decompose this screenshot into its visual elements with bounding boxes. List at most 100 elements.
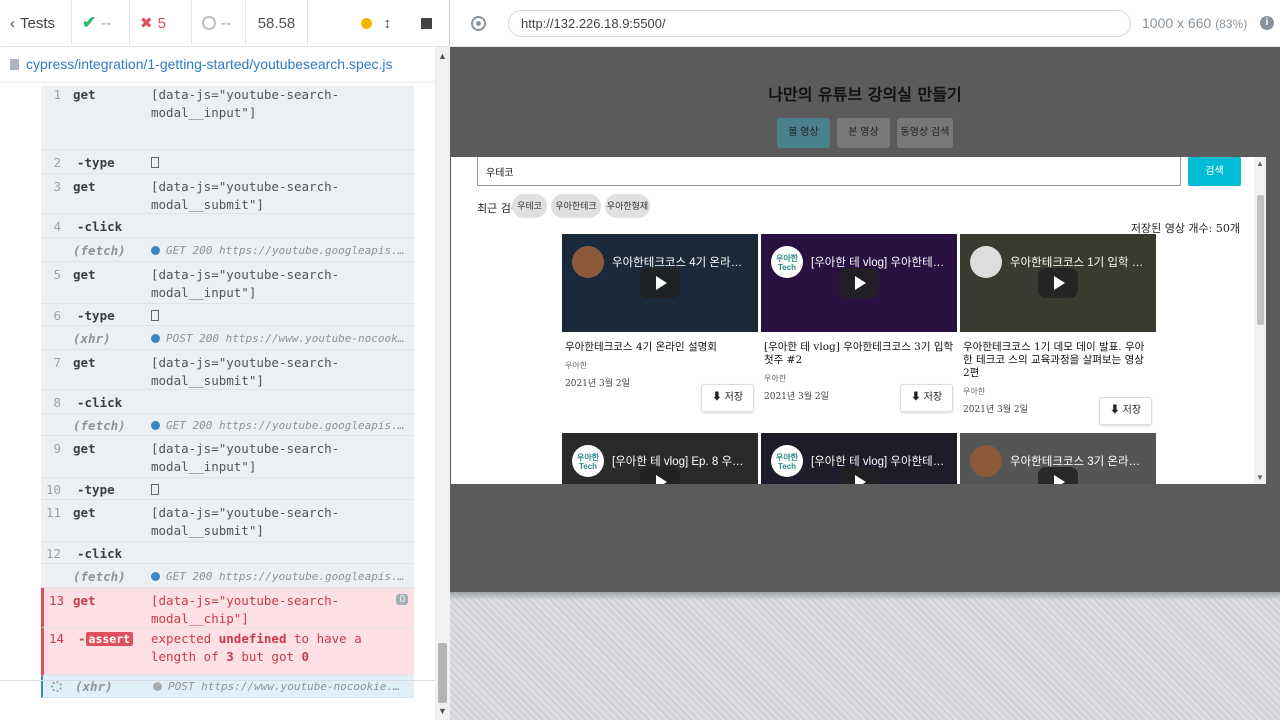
command-row[interactable]: 5 get [data-js="youtube-search- modal__i… [41,262,414,304]
nav-watch-later-button[interactable]: 볼 영상 [777,118,830,148]
request-url: POST 200 https://www.youtube-nocookie.co… [166,332,406,345]
assert-subject: undefined [218,631,287,646]
command-name: -click [77,546,123,561]
info-icon[interactable]: i [1260,16,1274,30]
recent-keyword-chip[interactable]: 우테코 [512,194,547,218]
status-dot-icon [151,246,160,255]
command-name: get [73,441,96,456]
thumbnail-title: [우아한 테 vlog] 우아한테크코스 3기 입학 첫주 [811,257,949,269]
video-thumbnail[interactable]: 우아한 Tech [우아한 테 vlog] Ep. 8 우아한 [562,433,758,484]
command-row[interactable]: 12 -click [41,542,414,564]
selector-playground-icon[interactable] [471,16,486,31]
command-row[interactable]: 11 get [data-js="youtube-search- modal__… [41,500,414,542]
command-name: (fetch) [73,243,126,258]
command-row[interactable]: 10 -type [41,478,414,500]
url-input[interactable]: http://132.226.18.9:5500/ [508,10,1131,37]
play-icon[interactable] [640,268,680,298]
play-icon[interactable] [839,467,879,484]
recent-keyword-chip[interactable]: 우아한형제 [605,194,650,218]
command-message: [data-js="youtube-search- modal__input"] [151,87,340,120]
channel-name: 우아한 [764,374,787,383]
video-thumbnail[interactable]: 우아한테크코스 1기 입학 데모데이 공개 [960,234,1156,332]
save-button[interactable]: ⬇ 저장 [900,384,953,412]
video-thumbnail[interactable]: 우아한테크코스 3기 온라인 설명회 [960,433,1156,484]
play-icon[interactable] [640,467,680,484]
request-row[interactable]: (fetch) GET 200 https://youtube.googleap… [41,564,414,588]
command-row[interactable]: 9 get [data-js="youtube-search- modal__i… [41,436,414,478]
command-row[interactable]: 8 -click [41,390,414,414]
video-title: [우아한 테 vlog] 우아한테크코스 3기 입학 첫주 #2 [764,341,954,366]
command-number: 1 [53,87,61,102]
request-row[interactable]: (fetch) GET 200 https://youtube.googleap… [41,238,414,262]
channel-avatar [970,246,1002,278]
command-number: 3 [53,179,61,194]
autoscroll-toggle-icon[interactable]: ↕ [384,15,392,32]
command-name: -type [77,155,115,170]
spec-file-bar[interactable]: cypress/integration/1-getting-started/yo… [0,47,435,81]
save-button[interactable]: ⬇ 저장 [1099,397,1152,425]
request-row[interactable]: (xhr) POST 200 https://www.youtube-nocoo… [41,326,414,350]
play-icon[interactable] [1038,467,1078,484]
command-row[interactable]: 1 get [data-js="youtube-search- modal__i… [41,86,414,150]
play-icon[interactable] [1038,268,1078,298]
scroll-up-icon[interactable]: ▲ [1256,159,1264,168]
tests-button[interactable]: ‹ Tests [0,0,72,47]
command-number: 13 [48,593,64,608]
scroll-down-icon[interactable]: ▼ [1256,473,1264,482]
assert-text: but got [233,649,302,664]
command-row[interactable]: 7 get [data-js="youtube-search- modal__s… [41,350,414,390]
channel-name: 우아한 [963,387,986,396]
nav-search-button[interactable]: 동영상 검색 [897,118,953,148]
command-name: get [73,179,96,194]
failed-assert-row[interactable]: 14 - assert expected undefined to have a … [41,628,414,676]
command-name: -type [77,308,115,323]
spec-file-path[interactable]: cypress/integration/1-getting-started/yo… [26,56,393,72]
nav-watched-button[interactable]: 본 영상 [837,118,890,148]
search-submit-button[interactable]: 검색 [1188,157,1241,186]
spinner-icon [51,681,62,692]
pending-stat: -- [192,0,246,47]
typed-char-box-icon [151,310,159,321]
recent-keyword-chip[interactable]: 우아한테크 [551,194,601,218]
scroll-down-icon[interactable]: ▼ [438,706,447,716]
viewport-size: 1000 x 660 (83%) [1142,15,1247,31]
thumbnail-title: [우아한 테 vlog] Ep. 8 우아한 [612,456,750,468]
failed-command-row[interactable]: 13 get [data-js="youtube-search- modal__… [41,588,414,628]
command-number: 6 [53,308,61,323]
reporter-header: ‹ Tests ✔ -- ✖ 5 -- 58.58 ↕ [0,0,450,47]
save-button[interactable]: ⬇ 저장 [701,384,754,412]
command-row[interactable]: 3 get [data-js="youtube-search- modal__s… [41,174,414,214]
failed-stat: ✖ 5 [130,0,192,47]
command-number: 2 [53,155,61,170]
search-input[interactable]: 우테코 [477,157,1181,186]
command-row[interactable]: 2 -type [41,150,414,174]
pending-count: -- [221,14,231,32]
status-dot-icon [151,334,160,343]
video-thumbnail[interactable]: 우아한 Tech [우아한 테 vlog] 우아한테크코스 3기 입학 첫주 [761,234,957,332]
scrollbar-thumb[interactable] [438,643,447,703]
play-icon[interactable] [839,268,879,298]
command-name: -click [77,219,123,234]
status-dot-icon [153,682,162,691]
command-name: -type [77,482,115,497]
video-thumbnail[interactable]: 우아한 Tech [우아한 테 vlog] 우아한테크코스 [761,433,957,484]
channel-avatar [970,445,1002,477]
video-thumbnail[interactable]: 우아한테크코스 4기 온라인 설명회 [562,234,758,332]
chevron-left-icon: ‹ [10,14,15,32]
command-message: [data-js="youtube-search- modal__chip"] [151,593,340,626]
viewport-background [450,592,1280,720]
assert-actual: 0 [301,649,310,664]
command-row[interactable]: 4 -click [41,214,414,238]
scroll-up-icon[interactable]: ▲ [438,51,447,61]
command-row[interactable]: 6 -type [41,304,414,326]
typed-char-box-icon [151,157,159,168]
channel-avatar: 우아한 Tech [771,246,803,278]
viewport-shadow [450,592,1280,600]
stop-icon[interactable] [421,17,432,29]
command-log-scrollbar[interactable]: ▲ ▼ [435,47,450,720]
request-row[interactable]: (fetch) GET 200 https://youtube.googleap… [41,414,414,436]
scrollbar-thumb[interactable] [1257,195,1264,325]
command-message: [data-js="youtube-search- modal__submit"… [151,355,340,388]
command-message: POST 200 https://www.youtube-nocookie.co… [151,330,406,348]
modal-scrollbar[interactable]: ▲ ▼ [1254,157,1266,484]
